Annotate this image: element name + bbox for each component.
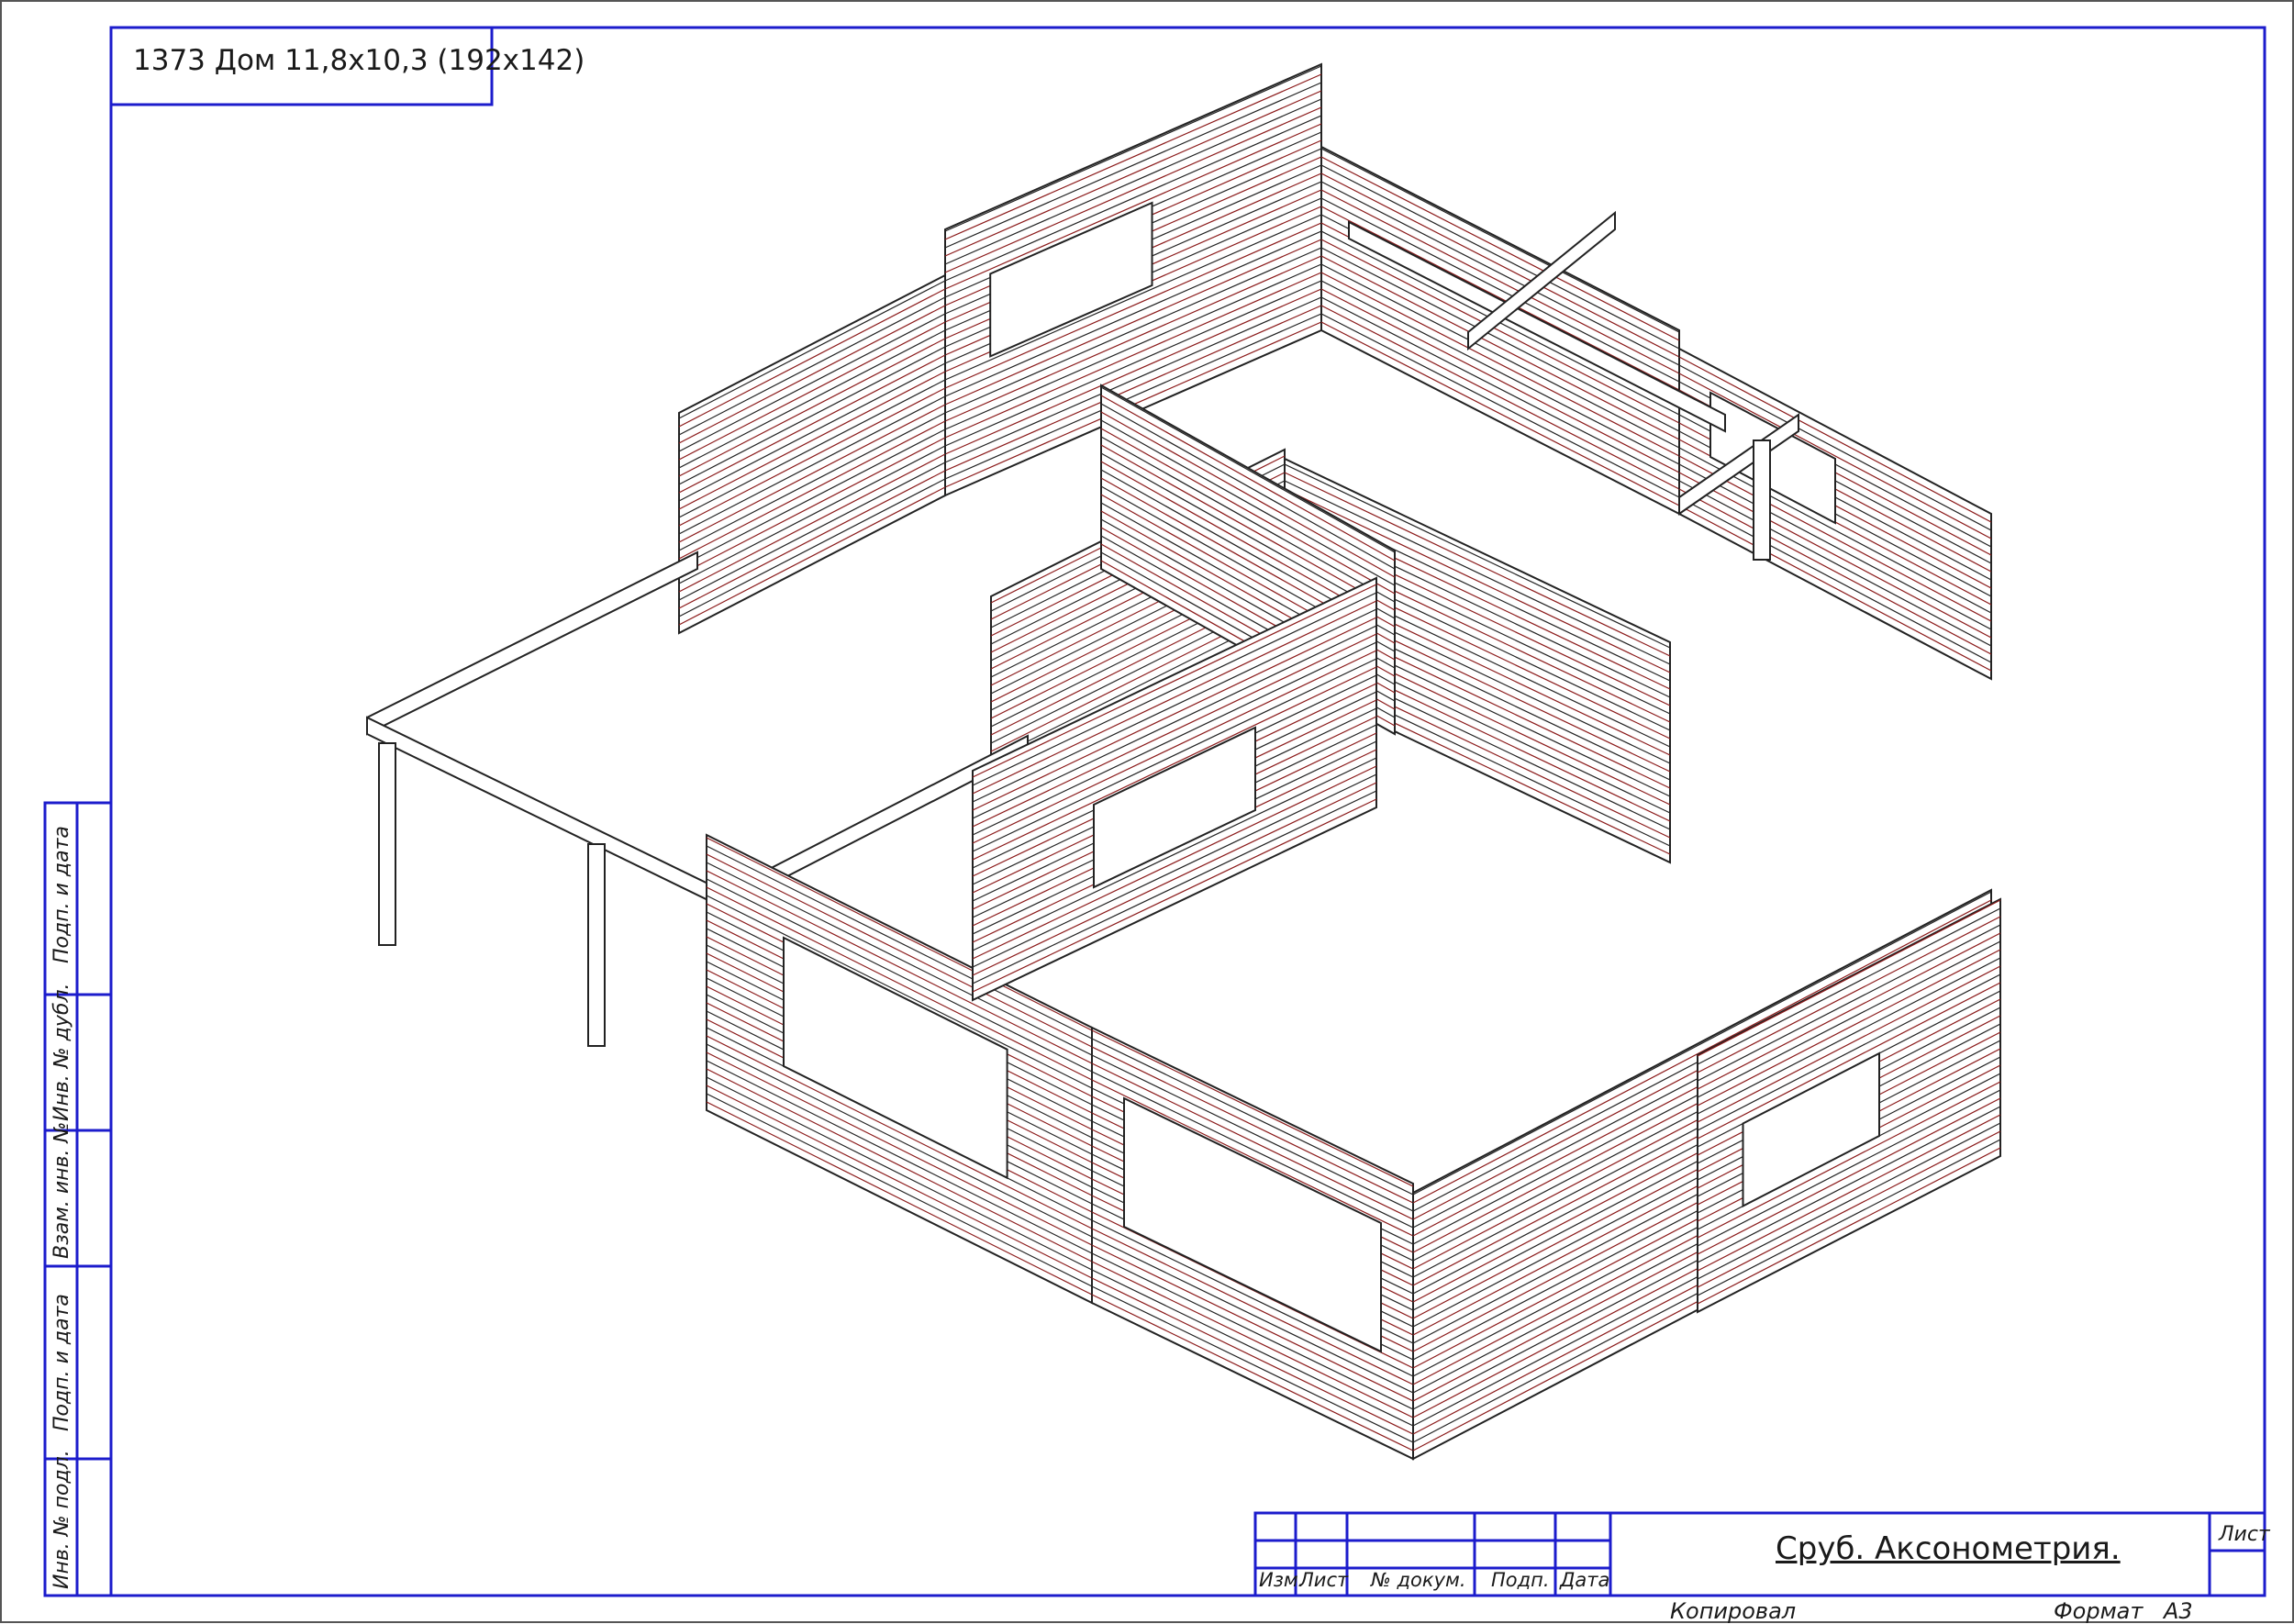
veranda-post-2 <box>587 843 606 1047</box>
col-label-date: Дата <box>1560 1569 1610 1591</box>
porch-post <box>1753 439 1771 561</box>
drawing-title: Сруб. Аксонометрия. <box>1776 1530 2121 1567</box>
col-label-doc-number: № докум. <box>1371 1569 1466 1591</box>
format-label: Формат <box>2054 1598 2144 1624</box>
veranda-beam-1 <box>366 551 698 736</box>
side-label-sign-date-1: Подп. и дата <box>50 826 73 963</box>
side-label-replace-inv: Взам. инв. № <box>50 1121 73 1259</box>
side-label-orig-inv: Инв. № подл. <box>50 1450 73 1589</box>
back-right-wall <box>1320 145 1680 516</box>
sheet-label: Лист <box>2219 1523 2270 1546</box>
format-value: А3 <box>2164 1598 2193 1624</box>
col-label-change: Изм. <box>1259 1569 1305 1591</box>
side-label-sign-date-2: Подп. и дата <box>50 1294 73 1431</box>
veranda-post-1 <box>378 742 396 946</box>
col-label-sheet: Лист <box>1299 1569 1349 1591</box>
copied-label: Копировал <box>1670 1598 1797 1624</box>
log-house-axonometric-view <box>366 62 2001 1461</box>
drawing-sheet <box>0 0 2294 1623</box>
side-label-dup-inv: Инв. № дубл. <box>50 983 73 1121</box>
document-title: 1373 Дом 11,8x10,3 (192x142) <box>133 44 585 77</box>
col-label-signature: Подп. <box>1491 1569 1550 1591</box>
veranda-beam-2 <box>366 716 726 910</box>
